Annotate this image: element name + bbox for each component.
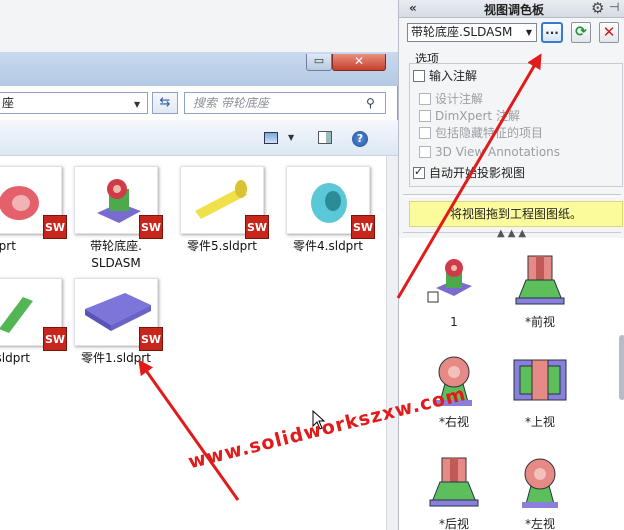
views-grid: 1 *前视 *右视 *上视 *后视 *左视 bbox=[399, 238, 624, 530]
hint-banner: 将视图拖到工程图图纸。 bbox=[409, 201, 623, 227]
solidworks-icon: SW bbox=[245, 215, 269, 239]
file-name: 零件4.sldprt bbox=[293, 239, 363, 253]
list-item[interactable]: SW 带轮底座. SLDASM bbox=[66, 166, 166, 272]
list-item[interactable]: SW 零件1.sldprt bbox=[66, 278, 166, 367]
checkbox[interactable] bbox=[413, 165, 425, 179]
view-label: *右视 bbox=[438, 415, 469, 429]
checkbox[interactable] bbox=[419, 93, 431, 105]
back-view-icon bbox=[429, 457, 479, 507]
file-name: 2.sldprt bbox=[0, 351, 30, 365]
view-thumbnail bbox=[510, 250, 570, 310]
top-view-icon bbox=[513, 359, 567, 401]
left-view-icon bbox=[522, 458, 558, 508]
checkbox[interactable] bbox=[419, 146, 431, 158]
checkbox[interactable] bbox=[419, 127, 431, 139]
change-view-icon[interactable] bbox=[264, 132, 278, 144]
view-item[interactable]: *左视 bbox=[495, 452, 585, 530]
file-thumbnail: SW bbox=[0, 278, 67, 351]
preview-pane-icon[interactable] bbox=[318, 131, 332, 144]
view-item[interactable]: *前视 bbox=[495, 250, 585, 330]
option-dimxpert[interactable]: DimXpert 注解 bbox=[419, 109, 520, 123]
file-name: 3.sldprt bbox=[0, 239, 16, 253]
close-button[interactable]: ✕ bbox=[332, 54, 386, 71]
solidworks-icon: SW bbox=[139, 215, 163, 239]
file-thumbnail: SW bbox=[180, 166, 269, 239]
isometric-view-icon bbox=[427, 259, 472, 303]
view-label: 1 bbox=[450, 315, 458, 329]
option-label: 输入注解 bbox=[429, 69, 478, 83]
view-label: *后视 bbox=[438, 517, 469, 530]
view-label: *上视 bbox=[524, 415, 555, 429]
refresh-button[interactable]: ⇆ bbox=[152, 92, 178, 114]
checkbox[interactable] bbox=[419, 110, 431, 122]
view-label: *左视 bbox=[524, 517, 555, 530]
document-select[interactable]: 带轮底座.SLDASM ▼ bbox=[407, 23, 537, 42]
toolbar bbox=[0, 120, 398, 156]
list-item[interactable]: SW 零件4.sldprt bbox=[278, 166, 378, 255]
file-thumbnail: SW bbox=[74, 166, 163, 239]
file-thumbnail: SW bbox=[286, 166, 375, 239]
address-bar[interactable]: 座 bbox=[0, 92, 148, 114]
file-name: 零件5.sldprt bbox=[187, 239, 257, 253]
solidworks-icon: SW bbox=[351, 215, 375, 239]
search-icon[interactable]: ⚲ bbox=[366, 96, 375, 110]
option-label: 设计注解 bbox=[435, 92, 484, 106]
view-item[interactable]: *后视 bbox=[409, 452, 499, 530]
list-item[interactable]: SW 2.sldprt bbox=[0, 278, 70, 367]
solidworks-icon: SW bbox=[43, 327, 67, 351]
pin-icon[interactable]: ⊣ bbox=[609, 0, 619, 14]
view-palette-panel: « 视图调色板 ⚙ ⊣ 带轮底座.SLDASM ▼ ... ⟳ ✕ 选项 输入注解… bbox=[398, 0, 624, 530]
view-label: *前视 bbox=[524, 315, 555, 329]
option-import-annotations[interactable]: 输入注解 bbox=[413, 69, 477, 83]
checkbox[interactable] bbox=[413, 70, 425, 82]
option-3d-view[interactable]: 3D View Annotations bbox=[419, 145, 560, 159]
solidworks-icon: SW bbox=[139, 327, 163, 351]
view-thumbnail bbox=[510, 350, 570, 410]
option-hidden-features[interactable]: 包括隐藏特征的项目 bbox=[419, 126, 543, 140]
list-item[interactable]: SW 3.sldprt bbox=[0, 166, 70, 255]
solidworks-icon: SW bbox=[43, 215, 67, 239]
document-select-value: 带轮底座.SLDASM bbox=[411, 25, 513, 39]
chevron-down-icon[interactable]: ▼ bbox=[288, 133, 294, 142]
file-name: 零件1.sldprt bbox=[81, 351, 151, 365]
option-design-annotations[interactable]: 设计注解 bbox=[419, 92, 483, 106]
scrollbar[interactable] bbox=[619, 335, 624, 400]
collapse-icon[interactable]: « bbox=[409, 1, 417, 15]
list-item[interactable]: SW 零件5.sldprt bbox=[172, 166, 272, 255]
file-thumbnail: SW bbox=[74, 278, 163, 351]
option-label: 自动开始投影视图 bbox=[429, 166, 526, 180]
scrollbar[interactable] bbox=[386, 156, 398, 530]
view-item[interactable]: 1 bbox=[409, 250, 499, 330]
screen: ▭ ✕ 座 ▼ ⇆ 搜索 带轮底座 ⚲ ▼ ? SW 3.sldprt SW 带… bbox=[0, 0, 624, 530]
view-thumbnail bbox=[510, 452, 570, 512]
gear-icon[interactable]: ⚙ bbox=[591, 0, 604, 17]
file-name: 带轮底座. SLDASM bbox=[90, 239, 142, 270]
view-thumbnail bbox=[424, 452, 484, 512]
file-thumbnail: SW bbox=[0, 166, 67, 239]
front-view-icon bbox=[515, 255, 565, 305]
chevron-down-icon: ▼ bbox=[525, 28, 532, 37]
divider bbox=[403, 194, 621, 197]
browse-button[interactable]: ... bbox=[541, 22, 563, 43]
view-thumbnail bbox=[424, 250, 484, 310]
help-icon[interactable]: ? bbox=[352, 131, 368, 147]
option-label: 包括隐藏特征的项目 bbox=[435, 126, 544, 140]
close-icon[interactable]: ✕ bbox=[599, 22, 619, 43]
view-item[interactable]: *上视 bbox=[495, 350, 585, 430]
panel-title: 视图调色板 bbox=[483, 3, 544, 17]
option-label: DimXpert 注解 bbox=[435, 109, 520, 123]
search-input[interactable]: 搜索 带轮底座 bbox=[184, 92, 386, 114]
option-label: 3D View Annotations bbox=[435, 145, 561, 159]
option-auto-project[interactable]: 自动开始投影视图 bbox=[413, 165, 526, 180]
refresh-icon[interactable]: ⟳ bbox=[571, 22, 591, 43]
chevron-down-icon[interactable]: ▼ bbox=[134, 100, 140, 109]
maximize-button[interactable]: ▭ bbox=[306, 54, 332, 71]
